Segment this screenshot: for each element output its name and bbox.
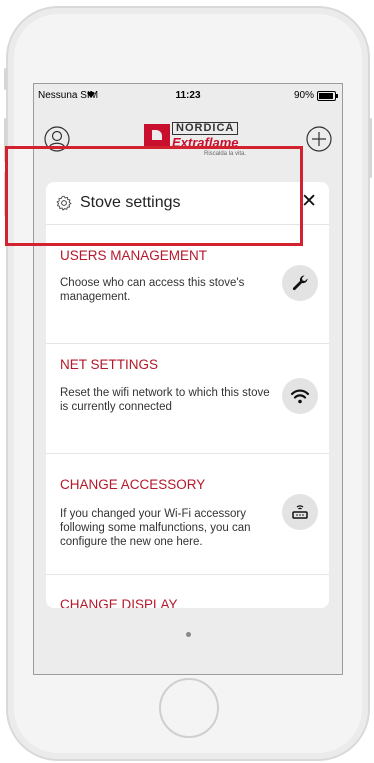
close-icon[interactable]: ✕ bbox=[301, 192, 317, 212]
logo-mark bbox=[144, 124, 170, 146]
item-title: CHANGE ACCESSORY bbox=[60, 477, 206, 492]
status-bar: Nessuna SIM 11:23 90% bbox=[34, 84, 342, 108]
logo-brand-nordica: NORDICA bbox=[172, 122, 239, 135]
highlight-box bbox=[5, 146, 303, 246]
item-title: CHANGE DISPLAY bbox=[60, 597, 178, 608]
wrench-icon bbox=[282, 265, 318, 301]
item-title: USERS MANAGEMENT bbox=[60, 248, 208, 263]
battery-percent: 90% bbox=[293, 90, 314, 101]
add-circle-icon[interactable] bbox=[306, 126, 332, 152]
page-indicator-dot bbox=[186, 632, 191, 637]
item-title: NET SETTINGS bbox=[60, 357, 159, 372]
settings-item-change-accessory[interactable]: CHANGE ACCESSORY If you changed your Wi-… bbox=[46, 454, 329, 575]
settings-item-net-settings[interactable]: NET SETTINGS Reset the wifi network to w… bbox=[46, 344, 329, 454]
item-description: Choose who can access this stove's manag… bbox=[60, 277, 245, 303]
item-description: Reset the wifi network to which this sto… bbox=[60, 387, 270, 413]
phone-side-button bbox=[369, 118, 372, 178]
battery-fill bbox=[319, 93, 333, 99]
router-icon bbox=[282, 494, 318, 530]
wifi-icon bbox=[282, 378, 318, 414]
home-button[interactable] bbox=[159, 678, 219, 738]
battery-icon bbox=[317, 91, 338, 101]
phone-side-button bbox=[4, 68, 7, 90]
settings-item-change-display[interactable]: CHANGE DISPLAY bbox=[46, 575, 329, 608]
item-description: If you changed your Wi-Fi accessory foll… bbox=[60, 508, 251, 548]
